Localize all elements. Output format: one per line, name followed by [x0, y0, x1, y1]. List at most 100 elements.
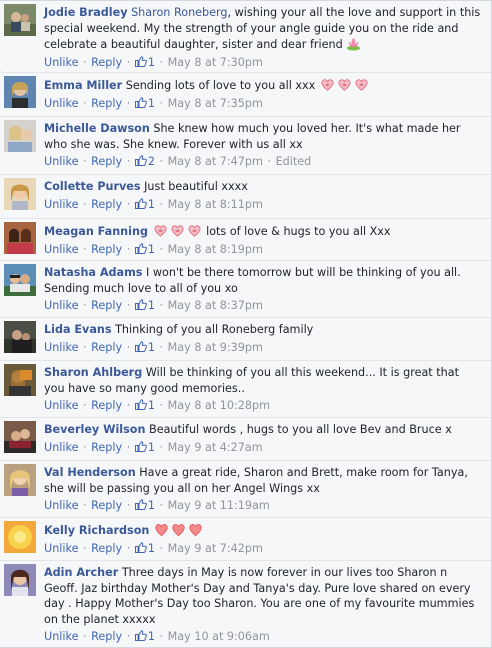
unlike-link[interactable]: Unlike — [44, 97, 78, 110]
like-count[interactable]: 1 — [134, 243, 155, 256]
avatar[interactable] — [4, 222, 36, 254]
reply-link[interactable]: Reply — [91, 441, 122, 454]
unlike-link[interactable]: Unlike — [44, 56, 78, 69]
comment-author[interactable]: Kelly Richardson — [44, 524, 149, 537]
avatar[interactable] — [4, 564, 36, 596]
unlike-link[interactable]: Unlike — [44, 441, 78, 454]
unlike-link[interactable]: Unlike — [44, 399, 78, 412]
like-count[interactable]: 1 — [134, 299, 155, 312]
reply-link[interactable]: Reply — [91, 499, 122, 512]
like-count[interactable]: 1 — [134, 341, 155, 354]
comment-timestamp[interactable]: May 9 at 4:27am — [168, 441, 263, 454]
comment-timestamp[interactable]: May 8 at 7:30pm — [168, 56, 263, 69]
comment-timestamp[interactable]: May 8 at 7:47pm — [168, 155, 263, 168]
like-count[interactable]: 1 — [134, 630, 155, 643]
comment-timestamp[interactable]: May 8 at 8:37pm — [168, 299, 263, 312]
reply-link[interactable]: Reply — [91, 243, 122, 256]
comment-author[interactable]: Natasha Adams — [44, 266, 142, 279]
comment-item: Jodie Bradley Sharon Roneberg, wishing y… — [0, 1, 490, 71]
unlike-link[interactable]: Unlike — [44, 299, 78, 312]
unlike-link[interactable]: Unlike — [44, 341, 78, 354]
comment-author[interactable]: Collette Purves — [44, 180, 141, 193]
avatar[interactable] — [4, 521, 36, 553]
avatar[interactable] — [4, 364, 36, 396]
like-count[interactable]: 1 — [134, 440, 155, 454]
thumbs-up-icon — [134, 197, 147, 209]
avatar[interactable] — [4, 178, 36, 210]
lotus-icon — [347, 37, 361, 51]
edited-label[interactable]: Edited — [276, 155, 312, 168]
thumbs-up-icon — [134, 96, 147, 108]
avatar[interactable] — [4, 120, 36, 152]
comment-item: Meagan Fanning lots of love & hugs to yo… — [0, 218, 490, 260]
thumbs-up-icon — [134, 541, 147, 553]
comment-item: Michelle Dawson She knew how much you lo… — [0, 116, 490, 174]
comment-timestamp[interactable]: May 9 at 7:42pm — [168, 542, 263, 555]
comment-timestamp[interactable]: May 8 at 7:35pm — [168, 97, 263, 110]
reply-link[interactable]: Reply — [91, 630, 122, 643]
unlike-link[interactable]: Unlike — [44, 155, 78, 168]
thumbs-up-icon — [134, 440, 147, 452]
comment-author[interactable]: Emma Miller — [44, 79, 122, 92]
comment-author[interactable]: Lida Evans — [44, 323, 112, 336]
unlike-link[interactable]: Unlike — [44, 630, 78, 643]
comment-author[interactable]: Meagan Fanning — [44, 225, 148, 238]
thumbs-up-icon — [134, 399, 147, 410]
thumbs-up-icon — [134, 499, 147, 510]
comment-meta: Unlike · Reply · 1 · May 9 at 11:19am — [44, 499, 270, 512]
avatar[interactable] — [4, 4, 36, 36]
comment-text: Beautiful words , hugs to you all love B… — [149, 423, 452, 436]
avatar[interactable] — [4, 76, 36, 108]
like-count[interactable]: 2 — [134, 155, 155, 168]
comment-meta: Unlike · Reply · 1 · May 8 at 9:39pm — [44, 340, 263, 354]
mention-link[interactable]: Sharon Roneberg — [131, 6, 227, 19]
comment-meta: Unlike · Reply · 1 · May 8 at 7:35pm — [44, 96, 263, 110]
like-count[interactable]: 1 — [134, 499, 155, 512]
reply-link[interactable]: Reply — [91, 299, 122, 312]
thumbs-up-icon — [134, 630, 147, 641]
reply-link[interactable]: Reply — [91, 56, 122, 69]
comment-timestamp[interactable]: May 8 at 9:39pm — [168, 341, 263, 354]
comment-item: Val Henderson Have a great ride, Sharon … — [0, 460, 490, 517]
comment-timestamp[interactable]: May 8 at 8:11pm — [168, 198, 263, 211]
comment-author[interactable]: Adin Archer — [44, 566, 118, 579]
like-count[interactable]: 1 — [134, 197, 155, 211]
thumbs-up-icon — [134, 155, 147, 166]
reply-link[interactable]: Reply — [91, 341, 122, 354]
unlike-link[interactable]: Unlike — [44, 542, 78, 555]
comment-author[interactable]: Michelle Dawson — [44, 122, 150, 135]
comment-item: Natasha Adams I won't be there tomorrow … — [0, 260, 490, 317]
unlike-link[interactable]: Unlike — [44, 499, 78, 512]
comment-author[interactable]: Val Henderson — [44, 466, 136, 479]
reply-link[interactable]: Reply — [91, 198, 122, 211]
thumbs-up-icon — [134, 299, 147, 310]
comment-meta: Unlike · Reply · 1 · May 8 at 7:30pm — [44, 55, 263, 69]
comment-timestamp[interactable]: May 8 at 8:19pm — [168, 243, 263, 256]
heart-ribbon-icon — [338, 79, 351, 91]
unlike-link[interactable]: Unlike — [44, 243, 78, 256]
comment-item: Emma Miller Sending lots of love to you … — [0, 72, 490, 116]
comment-timestamp[interactable]: May 10 at 9:06am — [168, 630, 270, 643]
comment-item: Beverley Wilson Beautiful words , hugs t… — [0, 417, 490, 460]
like-count[interactable]: 1 — [134, 399, 155, 412]
comment-timestamp[interactable]: May 9 at 11:19am — [168, 499, 270, 512]
reply-link[interactable]: Reply — [91, 97, 122, 110]
avatar[interactable] — [4, 464, 36, 496]
comment-author[interactable]: Sharon Ahlberg — [44, 366, 142, 379]
like-count[interactable]: 1 — [134, 56, 155, 69]
reply-link[interactable]: Reply — [91, 542, 122, 555]
avatar[interactable] — [4, 321, 36, 353]
comment-timestamp[interactable]: May 8 at 10:28pm — [168, 399, 270, 412]
comment-text: Thinking of you all Roneberg family — [115, 323, 314, 336]
like-count[interactable]: 1 — [134, 541, 155, 555]
comment-meta: Unlike · Reply · 1 · May 10 at 9:06am — [44, 630, 270, 643]
unlike-link[interactable]: Unlike — [44, 198, 78, 211]
reply-link[interactable]: Reply — [91, 399, 122, 412]
comment-author[interactable]: Jodie Bradley — [44, 6, 128, 19]
comment-author[interactable]: Beverley Wilson — [44, 423, 145, 436]
like-count[interactable]: 1 — [134, 96, 155, 110]
avatar[interactable] — [4, 264, 36, 296]
reply-link[interactable]: Reply — [91, 155, 122, 168]
comment-item: Collette Purves Just beautiful xxxx Unli… — [0, 174, 490, 218]
avatar[interactable] — [4, 421, 36, 453]
